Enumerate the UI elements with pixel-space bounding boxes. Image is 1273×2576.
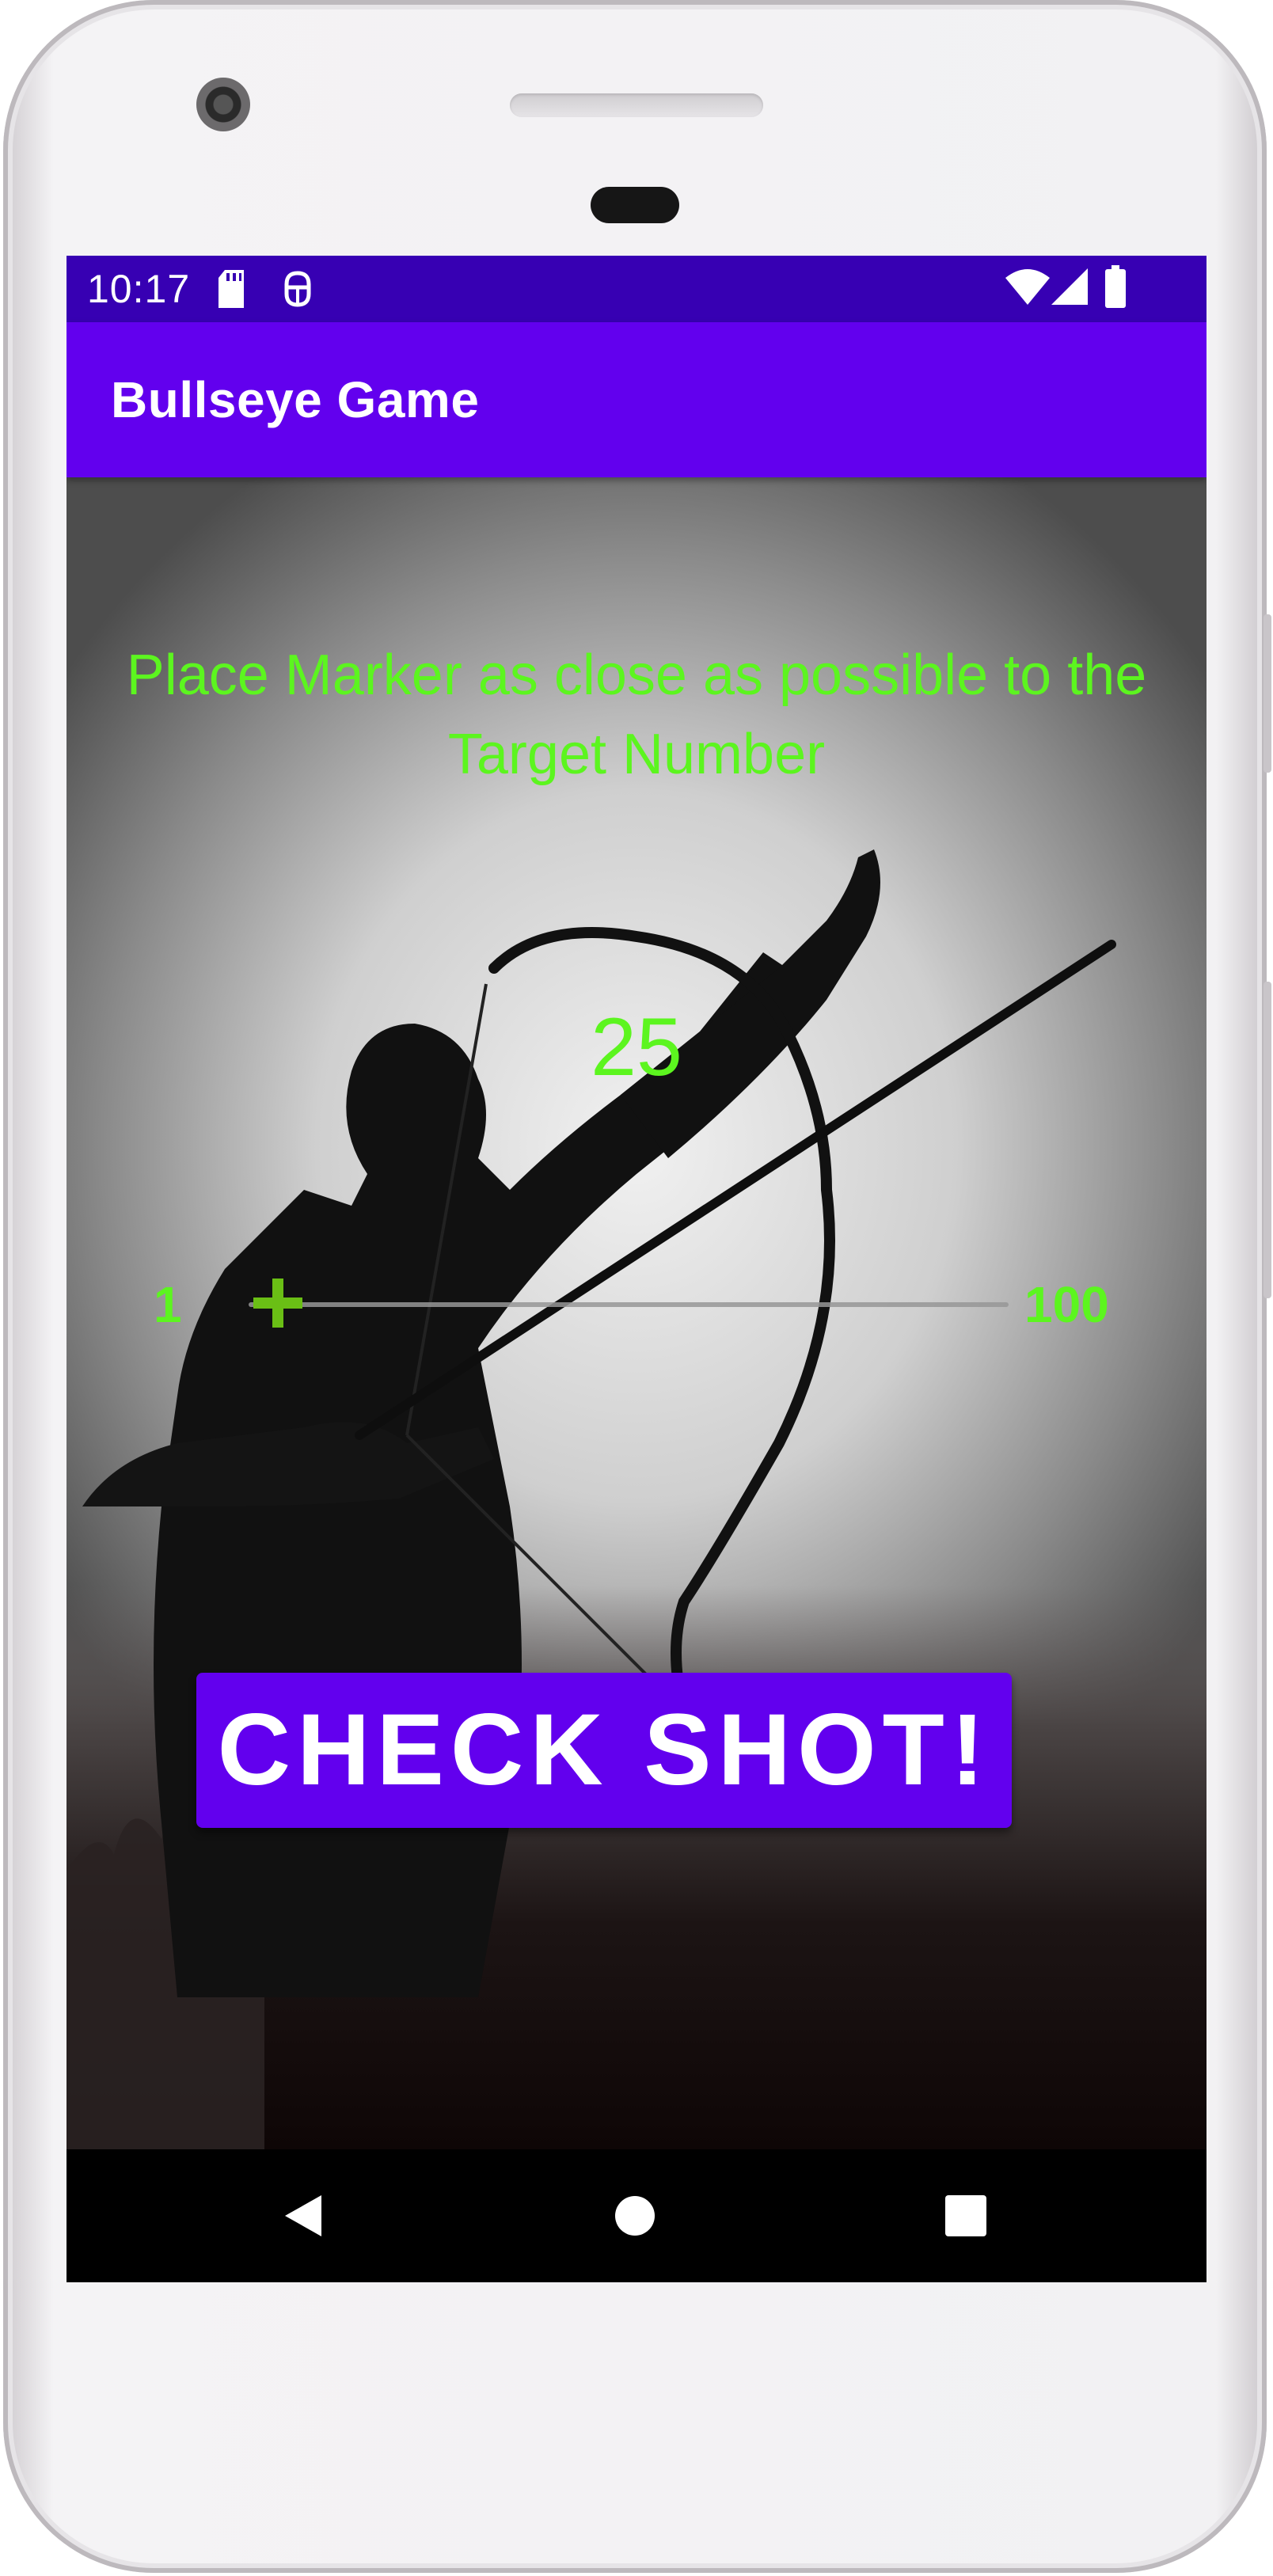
game-screen: Place Marker as close as possible to the… [66, 477, 1206, 2149]
android-debug-icon [282, 270, 314, 312]
instructions-text: Place Marker as close as possible to the… [126, 644, 1147, 786]
target-number: 25 [591, 1001, 682, 1093]
app-bar: Bullseye Game [66, 322, 1206, 477]
slider-thumb-plus-icon[interactable] [250, 1275, 306, 1331]
wifi-icon [1005, 268, 1050, 309]
slider-min-label: 1 [154, 1276, 182, 1333]
status-bar: 10:17 [66, 256, 1206, 322]
device-screen: 10:17 Bullseye Game Place Marker as clos… [66, 256, 1206, 2282]
volume-button [1264, 982, 1271, 1298]
battery-icon [1105, 265, 1126, 312]
power-button [1264, 614, 1271, 773]
front-camera [196, 78, 250, 131]
status-time: 10:17 [87, 267, 191, 311]
earpiece-speaker [510, 93, 763, 117]
sd-card-icon [217, 270, 245, 312]
slider-max-label: 100 [1024, 1276, 1109, 1333]
phone-frame: 10:17 Bullseye Game Place Marker as clos… [3, 0, 1271, 2573]
check-shot-button[interactable]: CHECK SHOT! [196, 1673, 1012, 1828]
recents-icon[interactable] [934, 2184, 998, 2247]
navigation-bar [66, 2149, 1206, 2282]
signal-icon [1051, 268, 1088, 309]
home-icon[interactable] [603, 2184, 667, 2247]
target-slider-track[interactable] [249, 1302, 1009, 1307]
app-title: Bullseye Game [111, 371, 480, 428]
back-icon[interactable] [272, 2184, 336, 2247]
proximity-sensor [591, 187, 679, 223]
